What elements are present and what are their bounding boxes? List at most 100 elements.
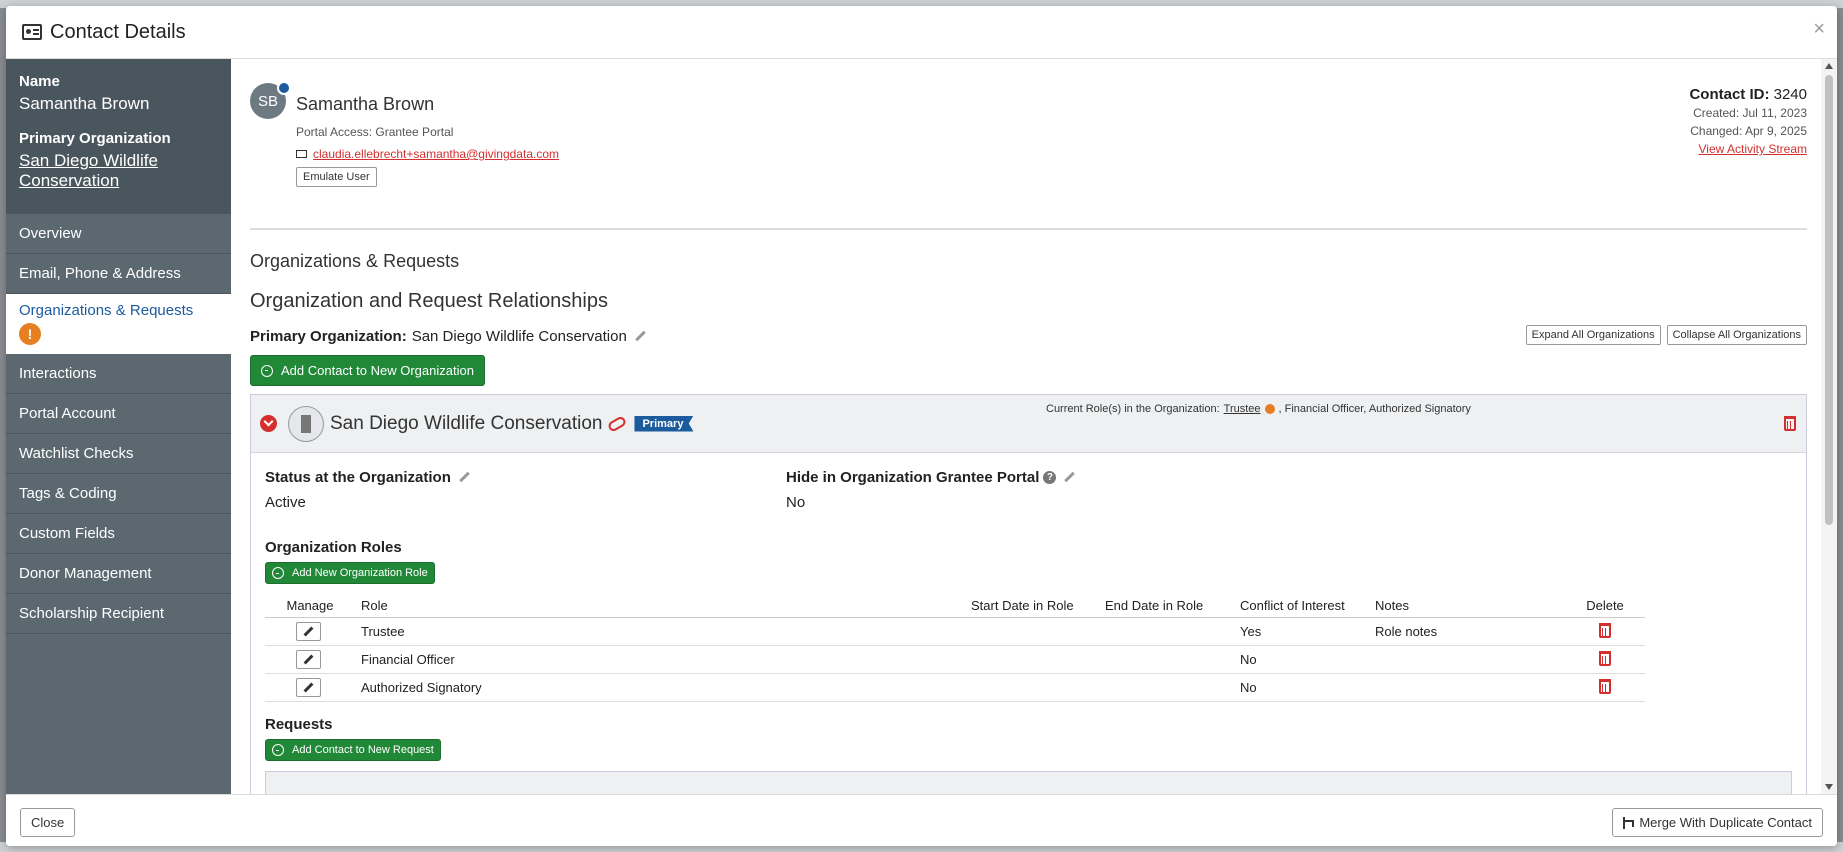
building-icon <box>288 405 324 442</box>
close-button[interactable]: Close <box>20 808 76 837</box>
add-org-label: Add Contact to New Organization <box>281 363 474 378</box>
contact-meta: Contact ID: 3240 Created: Jul 11, 2023 C… <box>1667 86 1807 158</box>
edit-role-button[interactable] <box>296 650 321 669</box>
col-manage: Manage <box>265 594 355 618</box>
add-organization-role-button[interactable]: Add New Organization Role <box>265 562 435 584</box>
warning-dot-icon <box>1264 404 1275 414</box>
expand-all-button[interactable]: Expand All Organizations <box>1525 325 1661 345</box>
sidebar-item-portal-account[interactable]: Portal Account <box>6 394 231 434</box>
hide-in-portal-label-text: Hide in Organization Grantee Portal <box>786 469 1040 486</box>
primary-org-link[interactable]: San Diego Wildlife Conservation <box>19 151 218 192</box>
trash-icon[interactable] <box>1599 622 1611 638</box>
scrollbar[interactable] <box>1821 59 1837 794</box>
manage-cell <box>265 617 355 646</box>
sidebar-item-email-phone-address[interactable]: Email, Phone & Address <box>6 254 231 294</box>
role-cell: Trustee <box>355 617 965 646</box>
main-content: SB Samantha Brown Portal Access: Grantee… <box>231 59 1821 794</box>
hide-in-portal-field: Hide in Organization Grantee Portal? No <box>786 469 1307 531</box>
merge-icon <box>1623 816 1635 829</box>
sidebar-item-tags-coding[interactable]: Tags & Coding <box>6 474 231 514</box>
hide-in-portal-label: Hide in Organization Grantee Portal? <box>786 469 1307 486</box>
emulate-user-button[interactable]: Emulate User <box>296 167 377 187</box>
end-date-cell <box>1099 673 1234 702</box>
manage-cell <box>265 673 355 702</box>
sidebar-item-interactions[interactable]: Interactions <box>6 354 231 394</box>
scroll-up-icon[interactable] <box>1825 63 1833 69</box>
plus-circle-icon <box>261 364 273 377</box>
email-row: claudia.ellebrecht+samantha@givingdata.c… <box>296 147 559 161</box>
expand-collapse-buttons: Expand All Organizations Collapse All Or… <box>1525 325 1807 345</box>
organization-card: San Diego Wildlife Conservation Primary … <box>250 394 1807 794</box>
notes-cell <box>1369 673 1565 702</box>
sidebar-item-organizations-requests[interactable]: Organizations & Requests ! <box>6 293 231 354</box>
primary-badge: Primary <box>634 415 694 432</box>
email-link[interactable]: claudia.ellebrecht+samantha@givingdata.c… <box>313 147 559 161</box>
collapse-all-button[interactable]: Collapse All Organizations <box>1666 325 1807 345</box>
view-activity-stream-link[interactable]: View Activity Stream <box>1667 140 1807 158</box>
current-role-trustee[interactable]: Trustee <box>1224 403 1261 415</box>
modal-footer: Close Merge With Duplicate Contact <box>6 794 1837 846</box>
pencil-icon[interactable] <box>1064 472 1075 483</box>
delete-organization-icon[interactable] <box>1784 416 1796 431</box>
edit-role-button[interactable] <box>296 678 321 697</box>
hide-in-portal-value: No <box>786 494 806 511</box>
contact-id-label: Contact ID: <box>1689 86 1770 103</box>
contact-id-value: 3240 <box>1773 86 1807 103</box>
start-date-cell <box>965 673 1099 702</box>
status-value: Active <box>265 494 306 511</box>
primary-org-label: Primary Organization <box>19 130 171 147</box>
status-field: Status at the Organization Active <box>265 469 786 531</box>
close-icon[interactable]: × <box>1813 18 1825 41</box>
scroll-down-icon[interactable] <box>1825 784 1833 790</box>
edit-role-button[interactable] <box>296 622 321 641</box>
trash-icon[interactable] <box>1599 678 1611 694</box>
end-date-cell <box>1099 617 1234 646</box>
current-roles-rest: , Financial Officer, Authorized Signator… <box>1278 403 1471 415</box>
scrollbar-thumb[interactable] <box>1825 75 1833 525</box>
col-notes: Notes <box>1369 594 1565 618</box>
end-date-cell <box>1099 645 1234 674</box>
sidebar-item-label: Organizations & Requests <box>19 302 194 320</box>
question-icon[interactable]: ? <box>1043 471 1057 484</box>
add-contact-to-request-button[interactable]: Add Contact to New Request <box>265 739 441 761</box>
add-request-label: Add Contact to New Request <box>292 744 434 756</box>
col-delete: Delete <box>1565 594 1645 618</box>
link-icon[interactable] <box>607 414 628 433</box>
request-card[interactable] <box>265 771 1792 794</box>
organization-roles-title: Organization Roles <box>265 539 402 556</box>
role-cell: Financial Officer <box>355 645 965 674</box>
sidebar-item-overview[interactable]: Overview <box>6 214 231 254</box>
pencil-icon[interactable] <box>459 472 470 483</box>
relationships-title: Organization and Request Relationships <box>250 290 608 312</box>
manage-cell <box>265 645 355 674</box>
modal-title: Contact Details <box>50 20 186 43</box>
delete-cell <box>1565 617 1645 646</box>
table-row: Authorized Signatory No <box>265 673 1645 702</box>
table-row: Trustee Yes Role notes <box>265 617 1645 646</box>
merge-duplicate-button[interactable]: Merge With Duplicate Contact <box>1612 808 1823 837</box>
primary-org-field-label: Primary Organization: <box>250 327 407 345</box>
delete-cell <box>1565 673 1645 702</box>
sidebar: Name Samantha Brown Primary Organization… <box>6 59 231 794</box>
requests-title: Requests <box>265 716 333 733</box>
plus-circle-icon <box>272 744 284 756</box>
user-badge-icon <box>277 81 291 95</box>
col-end-date: End Date in Role <box>1099 594 1234 618</box>
sidebar-item-scholarship-recipient[interactable]: Scholarship Recipient <box>6 594 231 634</box>
contact-header: SB Samantha Brown Portal Access: Grantee… <box>250 73 1807 230</box>
add-contact-to-organization-button[interactable]: Add Contact to New Organization <box>250 355 485 386</box>
conflict-cell: No <box>1234 645 1369 674</box>
col-conflict: Conflict of Interest <box>1234 594 1369 618</box>
pencil-icon[interactable] <box>635 331 646 342</box>
table-row: Financial Officer No <box>265 645 1645 674</box>
notes-cell <box>1369 645 1565 674</box>
sidebar-item-donor-management[interactable]: Donor Management <box>6 554 231 594</box>
status-label-text: Status at the Organization <box>265 469 451 486</box>
section-title: Organizations & Requests <box>250 251 460 271</box>
sidebar-item-watchlist-checks[interactable]: Watchlist Checks <box>6 434 231 474</box>
sidebar-item-custom-fields[interactable]: Custom Fields <box>6 514 231 554</box>
warning-icon: ! <box>19 323 41 346</box>
status-label: Status at the Organization <box>265 469 786 486</box>
trash-icon[interactable] <box>1599 650 1611 666</box>
chevron-down-icon[interactable] <box>260 415 277 432</box>
